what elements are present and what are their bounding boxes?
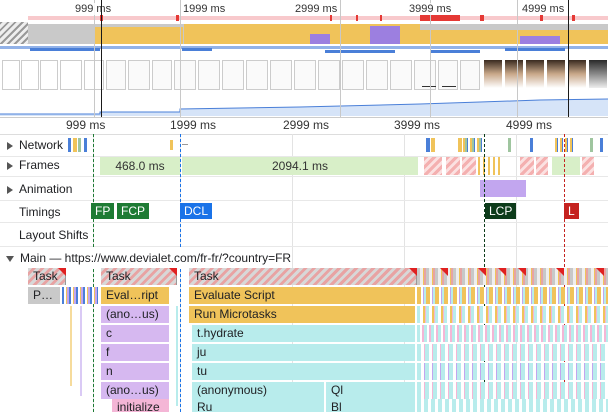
frame-block[interactable]: 468.0 ms: [100, 157, 180, 175]
lcp-marker[interactable]: LCP: [485, 203, 517, 219]
task-block[interactable]: Task: [101, 268, 177, 285]
function-block[interactable]: Ql: [326, 382, 415, 399]
hydrate-function-block[interactable]: t.hydrate: [192, 325, 415, 342]
track-layout-shifts: Layout Shifts: [19, 224, 88, 246]
function-block[interactable]: c: [101, 325, 169, 342]
overview-pane[interactable]: 999 ms 1999 ms 2999 ms 3999 ms 4999 ms: [0, 0, 608, 118]
flame-chart: Task Task Task P… Eval…ript Evaluate Scr…: [0, 268, 608, 412]
dropped-frame[interactable]: [424, 157, 442, 175]
frame-duration: 468.0 ms: [115, 159, 165, 173]
function-block[interactable]: f: [101, 344, 169, 361]
track-animation[interactable]: Animation: [0, 178, 72, 200]
dropped-frame[interactable]: [520, 157, 534, 175]
track-timings: Timings: [19, 201, 61, 223]
function-block[interactable]: Ru: [192, 399, 324, 412]
overview-time-label: 2999 ms: [293, 3, 340, 15]
function-block[interactable]: Bl: [326, 399, 415, 412]
dcl-marker[interactable]: DCL: [180, 203, 213, 219]
anonymous-function-block[interactable]: (ano…us): [101, 306, 169, 323]
load-marker[interactable]: L: [564, 203, 579, 219]
expand-arrow-icon[interactable]: [7, 185, 13, 194]
function-block[interactable]: n: [101, 363, 169, 380]
overview-time-label: 1999 ms: [181, 3, 228, 15]
track-label: Frames: [19, 158, 60, 172]
track-label: Layout Shifts: [19, 228, 89, 242]
dropped-frame[interactable]: [536, 157, 548, 175]
evaluate-script-block[interactable]: Evaluate Script: [189, 287, 415, 304]
ruler-time-label: 999 ms: [66, 118, 106, 132]
track-label: Animation: [19, 182, 73, 196]
overview-time-label: 3999 ms: [407, 3, 454, 15]
track-frames[interactable]: Frames: [0, 154, 60, 176]
overview-time-label: 4999 ms: [520, 3, 567, 15]
ruler-time-label: 3999 ms: [394, 118, 441, 132]
cpu-long-task-strip: [28, 16, 608, 20]
parse-html-block[interactable]: P…: [28, 287, 60, 304]
function-block[interactable]: ju: [192, 344, 415, 361]
animation-block[interactable]: [480, 180, 526, 197]
overview-time-label: 999 ms: [73, 3, 114, 15]
evaluate-script-block[interactable]: Eval…ript: [101, 287, 169, 304]
dropped-frame[interactable]: [582, 157, 594, 175]
expand-arrow-icon[interactable]: [7, 161, 13, 170]
run-microtasks-block[interactable]: Run Microtasks: [189, 306, 415, 323]
function-block[interactable]: tu: [192, 363, 415, 380]
track-main-thread[interactable]: Main — https://www.devialet.com/fr-fr/?c…: [0, 247, 292, 269]
ruler-time-label: 1999 ms: [170, 118, 217, 132]
selection-handle-right[interactable]: [568, 0, 569, 118]
network-request-bars: [0, 136, 608, 154]
frame-duration: 2094.1 ms: [271, 159, 329, 173]
task-block[interactable]: Task: [189, 268, 417, 285]
ruler-time-label: 2999 ms: [283, 118, 330, 132]
performance-panel: 999 ms 1999 ms 2999 ms 3999 ms 4999 ms 9…: [0, 0, 608, 412]
track-label: Main — https://www.devialet.com/fr-fr/?c…: [20, 251, 292, 265]
fp-marker[interactable]: FP: [91, 203, 115, 219]
anonymous-function-block[interactable]: (ano…us): [101, 382, 169, 399]
ruler-time-label: 4999 ms: [506, 118, 553, 132]
initialize-function-block[interactable]: initialize: [112, 399, 169, 412]
anonymous-function-block[interactable]: (anonymous): [192, 382, 324, 399]
selection-handle-left[interactable]: [101, 0, 102, 118]
track-label: Timings: [19, 205, 61, 219]
dropped-frame[interactable]: [462, 157, 476, 175]
collapse-arrow-icon[interactable]: [6, 255, 14, 262]
frame-block[interactable]: 2094.1 ms: [182, 157, 418, 175]
dropped-frame[interactable]: [446, 157, 460, 175]
fcp-marker[interactable]: FCP: [117, 203, 149, 219]
